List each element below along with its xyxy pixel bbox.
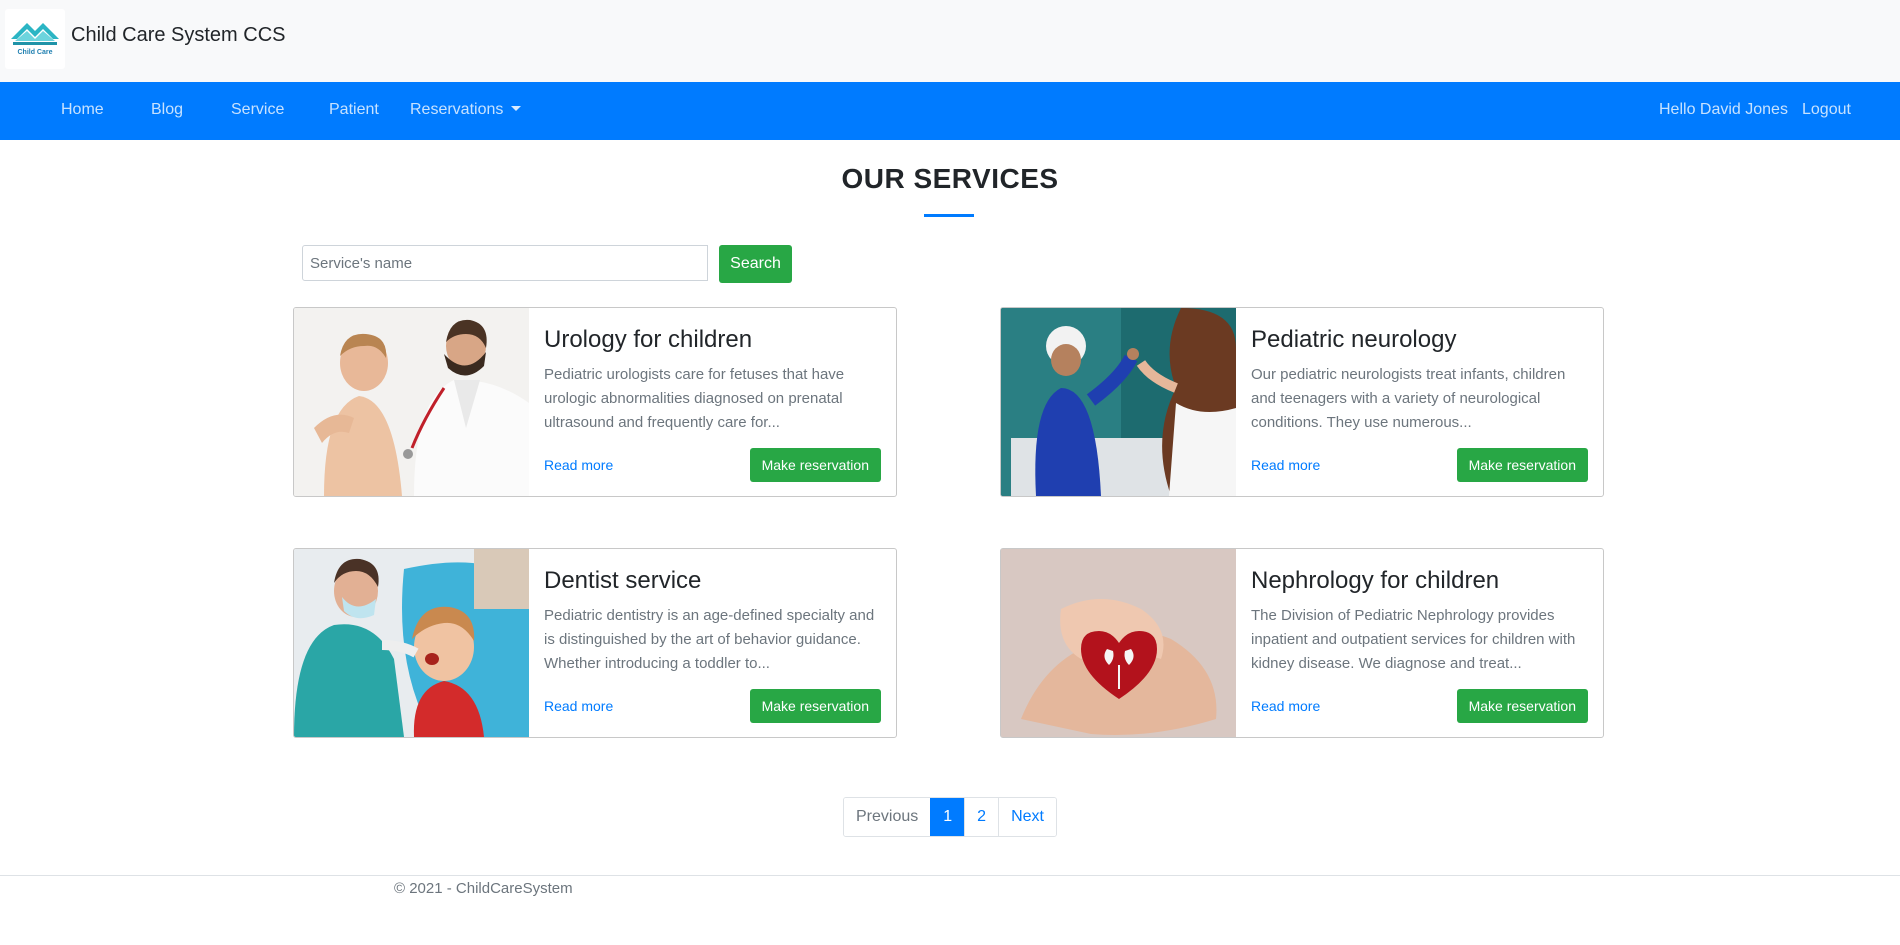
make-reservation-button[interactable]: Make reservation — [749, 448, 881, 482]
service-image — [1001, 549, 1236, 737]
service-description: Pediatric urologists care for fetuses th… — [544, 366, 845, 431]
service-card: Nephrology for children The Division of … — [1000, 548, 1604, 738]
nephrology-photo — [1001, 549, 1236, 737]
service-title[interactable]: Urology for children — [544, 326, 752, 354]
pagination: Previous 1 2 Next — [843, 797, 1057, 837]
pagination-page-2[interactable]: 2 — [964, 798, 999, 836]
read-more-link[interactable]: Read more — [544, 457, 613, 473]
read-more-link[interactable]: Read more — [1251, 698, 1320, 714]
search-button[interactable]: Search — [719, 245, 792, 283]
page-title: OUR SERVICES — [841, 163, 1059, 194]
urology-photo — [294, 308, 529, 496]
caret-down-icon — [511, 106, 522, 111]
search-input[interactable] — [302, 245, 708, 281]
neurology-photo — [1001, 308, 1236, 496]
make-reservation-button[interactable]: Make reservation — [1456, 448, 1588, 482]
read-more-link[interactable]: Read more — [1251, 457, 1320, 473]
service-description: Our pediatric neurologists treat infants… — [1251, 366, 1566, 431]
pagination-previous[interactable]: Previous — [844, 798, 931, 836]
logout-link[interactable]: Logout — [1802, 101, 1851, 119]
nav-reservations-label: Reservations — [410, 101, 504, 118]
pagination-next[interactable]: Next — [998, 798, 1056, 836]
make-reservation-button[interactable]: Make reservation — [749, 689, 881, 723]
pagination-page-1[interactable]: 1 — [930, 798, 965, 836]
nav-patient[interactable]: Patient — [329, 101, 379, 119]
main-navbar: Home Blog Service Patient Reservations H… — [0, 82, 1900, 140]
logo[interactable]: Child Care — [5, 9, 65, 69]
service-description: The Division of Pediatric Nephrology pro… — [1251, 607, 1576, 672]
service-card: Urology for children Pediatric urologist… — [293, 307, 897, 497]
read-more-link[interactable]: Read more — [544, 698, 613, 714]
service-image — [294, 549, 529, 737]
user-greeting: Hello David Jones — [1659, 101, 1788, 118]
make-reservation-button[interactable]: Make reservation — [1456, 689, 1588, 723]
service-card: Pediatric neurology Our pediatric neurol… — [1000, 307, 1604, 497]
brand-bar: Child Care Child Care System CCS — [0, 0, 1900, 82]
service-title[interactable]: Pediatric neurology — [1251, 326, 1456, 354]
dentist-photo — [294, 549, 529, 737]
house-logo-icon: Child Care — [11, 23, 59, 56]
service-title[interactable]: Nephrology for children — [1251, 567, 1499, 595]
title-underline — [924, 214, 974, 217]
brand-title[interactable]: Child Care System CCS — [71, 24, 286, 47]
nav-reservations-dropdown[interactable]: Reservations — [410, 101, 522, 119]
service-title[interactable]: Dentist service — [544, 567, 701, 595]
nav-home[interactable]: Home — [61, 101, 104, 119]
nav-service[interactable]: Service — [231, 101, 284, 119]
service-description: Pediatric dentistry is an age-defined sp… — [544, 607, 875, 672]
logo-text: Child Care — [17, 49, 52, 56]
service-card: Dentist service Pediatric dentistry is a… — [293, 548, 897, 738]
service-image — [1001, 308, 1236, 496]
footer-divider — [0, 875, 1900, 876]
service-image — [294, 308, 529, 496]
footer-copyright: © 2021 - ChildCareSystem — [394, 880, 573, 897]
nav-blog[interactable]: Blog — [151, 101, 183, 119]
